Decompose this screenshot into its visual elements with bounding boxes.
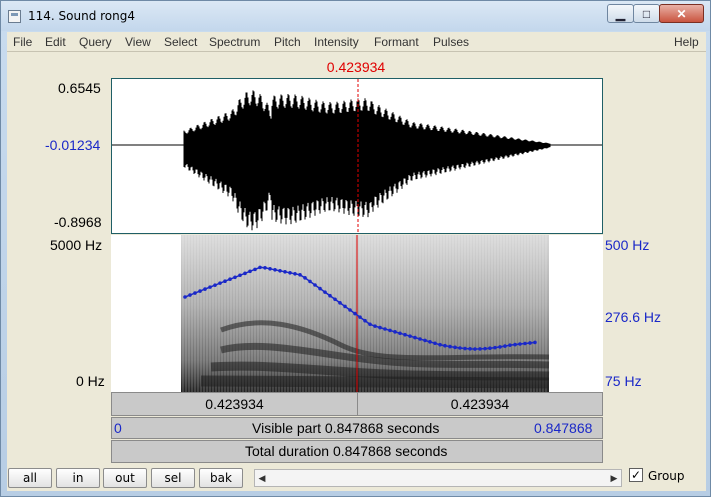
menu-view[interactable]: View [125, 35, 151, 49]
visible-start-time: 0 [114, 420, 122, 436]
cursor-time-label: 0.423934 [326, 59, 386, 75]
menu-select[interactable]: Select [164, 35, 197, 49]
menu-file[interactable]: File [13, 35, 32, 49]
pitch-cursor-value-label: 276.6 Hz [605, 309, 662, 325]
waveform-max-label: 0.6545 [58, 80, 101, 96]
pitch-top-label: 500 Hz [605, 237, 650, 253]
waveform-panel[interactable] [111, 78, 603, 234]
app-window-icon [8, 10, 21, 23]
menu-query[interactable]: Query [79, 35, 112, 49]
menu-help[interactable]: Help [674, 35, 699, 49]
horizontal-scrollbar[interactable]: ◀ ▶ [254, 469, 622, 487]
menu-pitch[interactable]: Pitch [274, 35, 301, 49]
spectrogram-top-frequency-label: 5000 Hz [50, 237, 103, 253]
menu-pulses[interactable]: Pulses [433, 35, 469, 49]
spectrogram-plot [181, 235, 550, 392]
cursor-time-bar[interactable]: 0.423934 0.423934 [111, 392, 603, 416]
title-bar[interactable]: 114. Sound rong4 ▁ □ ✕ [1, 1, 710, 31]
spectrogram-panel[interactable] [111, 235, 603, 392]
scroll-left-icon[interactable]: ◀ [255, 470, 269, 486]
total-duration-text: Total duration 0.847868 seconds [245, 443, 448, 459]
zoom-out-button[interactable]: out [103, 468, 147, 488]
visible-end-time: 0.847868 [534, 420, 593, 436]
close-button[interactable]: ✕ [659, 4, 704, 23]
zoom-in-button[interactable]: in [56, 468, 100, 488]
menu-formant[interactable]: Formant [374, 35, 419, 49]
zoom-to-selection-button[interactable]: sel [151, 468, 195, 488]
menu-intensity[interactable]: Intensity [314, 35, 359, 49]
time-right-segment[interactable]: 0.423934 [358, 393, 602, 415]
show-all-button[interactable]: all [8, 468, 52, 488]
group-checkbox[interactable]: ✓ [629, 468, 643, 482]
minimize-button[interactable]: ▁ [607, 4, 634, 23]
total-duration-bar[interactable]: Total duration 0.847868 seconds [111, 440, 603, 463]
waveform-plot [112, 79, 602, 233]
menu-bar: File Edit Query View Select Spectrum Pit… [7, 32, 706, 52]
menu-edit[interactable]: Edit [45, 35, 66, 49]
scroll-right-icon[interactable]: ▶ [607, 470, 621, 486]
time-left-segment[interactable]: 0.423934 [112, 393, 357, 415]
pitch-bottom-label: 75 Hz [605, 373, 642, 389]
visible-part-bar[interactable]: 0 Visible part 0.847868 seconds 0.847868 [111, 417, 603, 439]
bottom-controls: all in out sel bak ◀ ▶ ✓ Group [7, 464, 706, 491]
menu-spectrum[interactable]: Spectrum [209, 35, 260, 49]
group-checkbox-label: Group [648, 469, 685, 483]
spectrogram-bottom-frequency-label: 0 Hz [76, 373, 105, 389]
visible-part-text: Visible part 0.847868 seconds [252, 420, 440, 436]
window-title: 114. Sound rong4 [28, 9, 136, 23]
zoom-back-button[interactable]: bak [199, 468, 243, 488]
waveform-min-label: -0.8968 [54, 214, 102, 230]
maximize-button[interactable]: □ [633, 4, 660, 23]
praat-sound-editor-window: 114. Sound rong4 ▁ □ ✕ File Edit Query V… [0, 0, 711, 497]
waveform-cursor-value-label: -0.01234 [45, 137, 101, 153]
